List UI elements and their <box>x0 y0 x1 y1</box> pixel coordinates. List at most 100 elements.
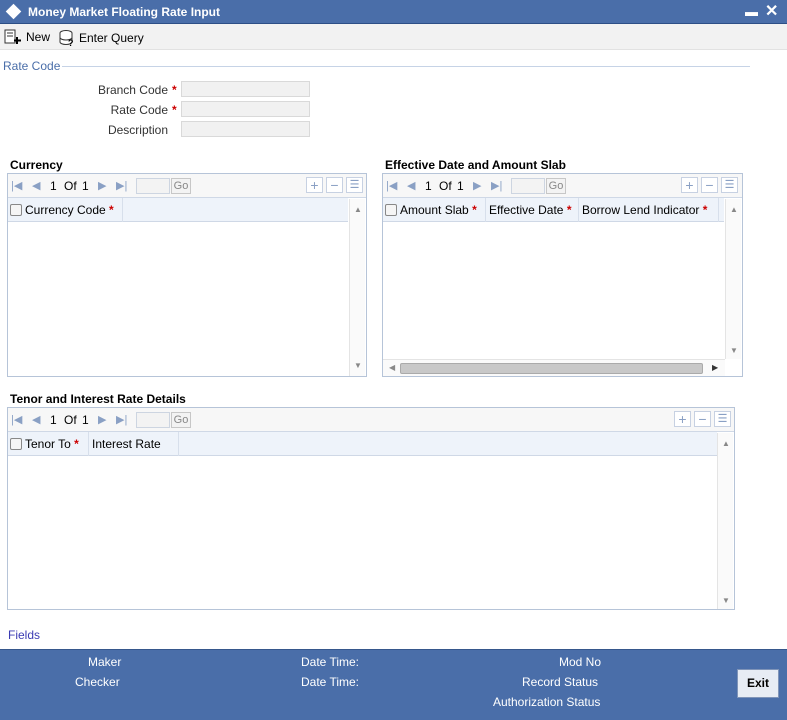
window-title: Money Market Floating Rate Input <box>28 5 221 19</box>
column-borrow-lend-indicator[interactable]: Borrow Lend Indicator * <box>579 198 719 222</box>
database-query-icon: ? <box>59 30 74 47</box>
go-button[interactable]: Go <box>171 178 191 194</box>
delete-row-icon[interactable]: − <box>694 411 711 427</box>
maker-label: Maker <box>88 655 122 669</box>
audit-footer: Maker Checker Date Time: Date Time: Mod … <box>0 649 787 720</box>
currency-title: Currency <box>10 158 63 172</box>
currency-table-header: Currency Code * <box>8 198 348 222</box>
branch-code-label: Branch Code <box>97 83 168 97</box>
page-total: 1 <box>457 179 464 193</box>
horizontal-scroll-thumb[interactable] <box>400 363 703 374</box>
select-all-checkbox[interactable] <box>10 204 22 216</box>
minimize-icon[interactable]: ▬ <box>745 4 758 19</box>
effective-vertical-scrollbar[interactable]: ▲ ▼ <box>725 199 741 359</box>
scroll-down-icon[interactable]: ▼ <box>354 361 362 370</box>
enter-query-label: Enter Query <box>79 31 144 45</box>
enter-query-button[interactable]: ? Enter Query <box>59 29 144 47</box>
delete-row-icon[interactable]: − <box>701 177 718 193</box>
svg-text:?: ? <box>68 38 74 47</box>
column-currency-code[interactable]: Currency Code * <box>22 198 123 222</box>
page-current: 1 <box>50 179 57 193</box>
scroll-up-icon[interactable]: ▲ <box>722 439 730 448</box>
prev-page-icon[interactable]: ◀ <box>32 179 40 192</box>
effective-title: Effective Date and Amount Slab <box>385 158 566 172</box>
last-page-icon[interactable]: ▶| <box>116 179 127 192</box>
branch-code-field[interactable] <box>181 81 310 97</box>
tenor-table-header: Tenor To * Interest Rate <box>8 432 717 456</box>
page-of: Of <box>439 179 452 193</box>
new-record-icon <box>4 29 21 44</box>
page-of: Of <box>64 179 77 193</box>
effective-grid: |◀ ◀ 1 Of 1 ▶ ▶| Go + − ☰ Amount Slab * … <box>382 173 743 377</box>
add-row-icon[interactable]: + <box>681 177 698 193</box>
single-view-icon[interactable]: ☰ <box>714 411 731 427</box>
tenor-vertical-scrollbar[interactable]: ▲ ▼ <box>717 433 733 609</box>
next-page-icon[interactable]: ▶ <box>473 179 481 192</box>
description-label: Description <box>107 123 168 137</box>
page-number-input[interactable] <box>136 178 170 194</box>
prev-page-icon[interactable]: ◀ <box>407 179 415 192</box>
page-of: Of <box>64 413 77 427</box>
fields-link[interactable]: Fields <box>8 628 40 642</box>
tenor-title: Tenor and Interest Rate Details <box>10 392 186 406</box>
scroll-left-icon[interactable]: ◀ <box>389 363 395 372</box>
new-button[interactable]: New <box>4 29 50 45</box>
page-number-input[interactable] <box>136 412 170 428</box>
add-row-icon[interactable]: + <box>674 411 691 427</box>
column-interest-rate[interactable]: Interest Rate <box>89 432 179 456</box>
scroll-right-icon[interactable]: ▶ <box>712 363 718 372</box>
scroll-up-icon[interactable]: ▲ <box>730 205 738 214</box>
required-marker: * <box>172 103 177 117</box>
page-number-input[interactable] <box>511 178 545 194</box>
first-page-icon[interactable]: |◀ <box>386 179 397 192</box>
page-total: 1 <box>82 179 89 193</box>
select-all-checkbox[interactable] <box>385 204 397 216</box>
rate-code-field[interactable] <box>181 101 310 117</box>
tenor-pager: |◀ ◀ 1 Of 1 ▶ ▶| Go + − ☰ <box>8 408 734 432</box>
required-marker: * <box>172 83 177 97</box>
rate-code-section-title: Rate Code <box>3 59 61 73</box>
title-bar: Money Market Floating Rate Input ▬ ✕ <box>0 0 787 24</box>
next-page-icon[interactable]: ▶ <box>98 179 106 192</box>
tenor-grid: |◀ ◀ 1 Of 1 ▶ ▶| Go + − ☰ Tenor To * Int… <box>7 407 735 610</box>
next-page-icon[interactable]: ▶ <box>98 413 106 426</box>
currency-vertical-scrollbar[interactable]: ▲ ▼ <box>349 199 365 376</box>
delete-row-icon[interactable]: − <box>326 177 343 193</box>
authorization-status-label: Authorization Status <box>493 695 601 709</box>
last-page-icon[interactable]: ▶| <box>491 179 502 192</box>
single-view-icon[interactable]: ☰ <box>721 177 738 193</box>
record-status-label: Record Status <box>522 675 599 689</box>
effective-pager: |◀ ◀ 1 Of 1 ▶ ▶| Go + − ☰ <box>383 174 742 198</box>
first-page-icon[interactable]: |◀ <box>11 413 22 426</box>
close-icon[interactable]: ✕ <box>765 1 778 21</box>
scroll-up-icon[interactable]: ▲ <box>354 205 362 214</box>
section-divider <box>62 66 750 67</box>
page-total: 1 <box>82 413 89 427</box>
first-page-icon[interactable]: |◀ <box>11 179 22 192</box>
description-field[interactable] <box>181 121 310 137</box>
rate-code-label: Rate Code <box>110 103 168 117</box>
new-label: New <box>26 30 51 44</box>
scroll-down-icon[interactable]: ▼ <box>722 596 730 605</box>
exit-button[interactable]: Exit <box>737 669 779 698</box>
scroll-down-icon[interactable]: ▼ <box>730 346 738 355</box>
last-page-icon[interactable]: ▶| <box>116 413 127 426</box>
effective-table-header: Amount Slab * Effective Date * Borrow Le… <box>383 198 724 222</box>
add-row-icon[interactable]: + <box>306 177 323 193</box>
toolbar: New ? Enter Query <box>0 24 787 50</box>
currency-grid: |◀ ◀ 1 Of 1 ▶ ▶| Go + − ☰ Currency Code … <box>7 173 367 377</box>
go-button[interactable]: Go <box>171 412 191 428</box>
page-current: 1 <box>425 179 432 193</box>
page-current: 1 <box>50 413 57 427</box>
prev-page-icon[interactable]: ◀ <box>32 413 40 426</box>
effective-horizontal-scrollbar[interactable]: ◀ ▶ <box>383 359 725 376</box>
column-amount-slab[interactable]: Amount Slab * <box>397 198 486 222</box>
column-tenor-to[interactable]: Tenor To * <box>22 432 89 456</box>
checker-date-time-label: Date Time: <box>301 675 360 689</box>
checker-label: Checker <box>75 675 120 689</box>
maker-date-time-label: Date Time: <box>301 655 360 669</box>
column-effective-date[interactable]: Effective Date * <box>486 198 579 222</box>
single-view-icon[interactable]: ☰ <box>346 177 363 193</box>
select-all-checkbox[interactable] <box>10 438 22 450</box>
go-button[interactable]: Go <box>546 178 566 194</box>
